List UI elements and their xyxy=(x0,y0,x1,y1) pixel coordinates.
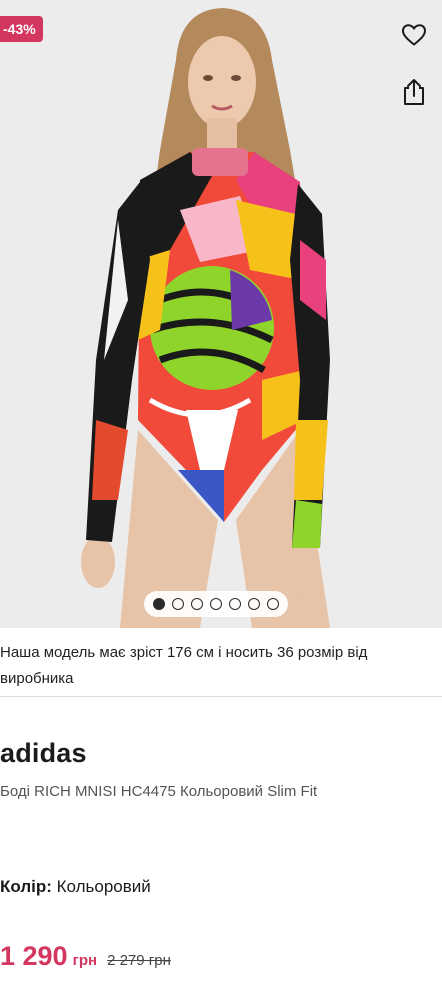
wishlist-button[interactable] xyxy=(398,19,430,51)
gallery-dot-1[interactable] xyxy=(153,598,165,610)
section-divider xyxy=(0,696,442,697)
product-photo xyxy=(0,0,442,628)
share-icon xyxy=(404,79,424,105)
discount-badge: -43% xyxy=(0,16,43,42)
product-image-gallery[interactable]: -43% xyxy=(0,0,442,628)
old-price: 2 279 грн xyxy=(107,952,171,969)
gallery-dot-6[interactable] xyxy=(248,598,260,610)
price-block: 1 290 грн 2 279 грн xyxy=(0,941,171,972)
share-button[interactable] xyxy=(398,76,430,108)
current-price: 1 290 xyxy=(0,941,68,971)
color-label: Колір: xyxy=(0,877,52,896)
gallery-dot-4[interactable] xyxy=(210,598,222,610)
gallery-dot-5[interactable] xyxy=(229,598,241,610)
heart-icon xyxy=(401,24,427,46)
color-value: Кольоровий xyxy=(56,877,151,896)
gallery-dot-3[interactable] xyxy=(191,598,203,610)
brand-name[interactable]: adidas xyxy=(0,738,87,769)
product-title: Боді RICH MNISI HC4475 Кольоровий Slim F… xyxy=(0,783,318,800)
model-size-note: Наша модель має зріст 176 см і носить 36… xyxy=(0,644,368,687)
gallery-pagination[interactable] xyxy=(144,591,288,617)
gallery-dot-7[interactable] xyxy=(267,598,279,610)
gallery-dot-2[interactable] xyxy=(172,598,184,610)
color-info: Колір: Кольоровий xyxy=(0,877,151,897)
current-price-currency: грн xyxy=(72,952,98,969)
